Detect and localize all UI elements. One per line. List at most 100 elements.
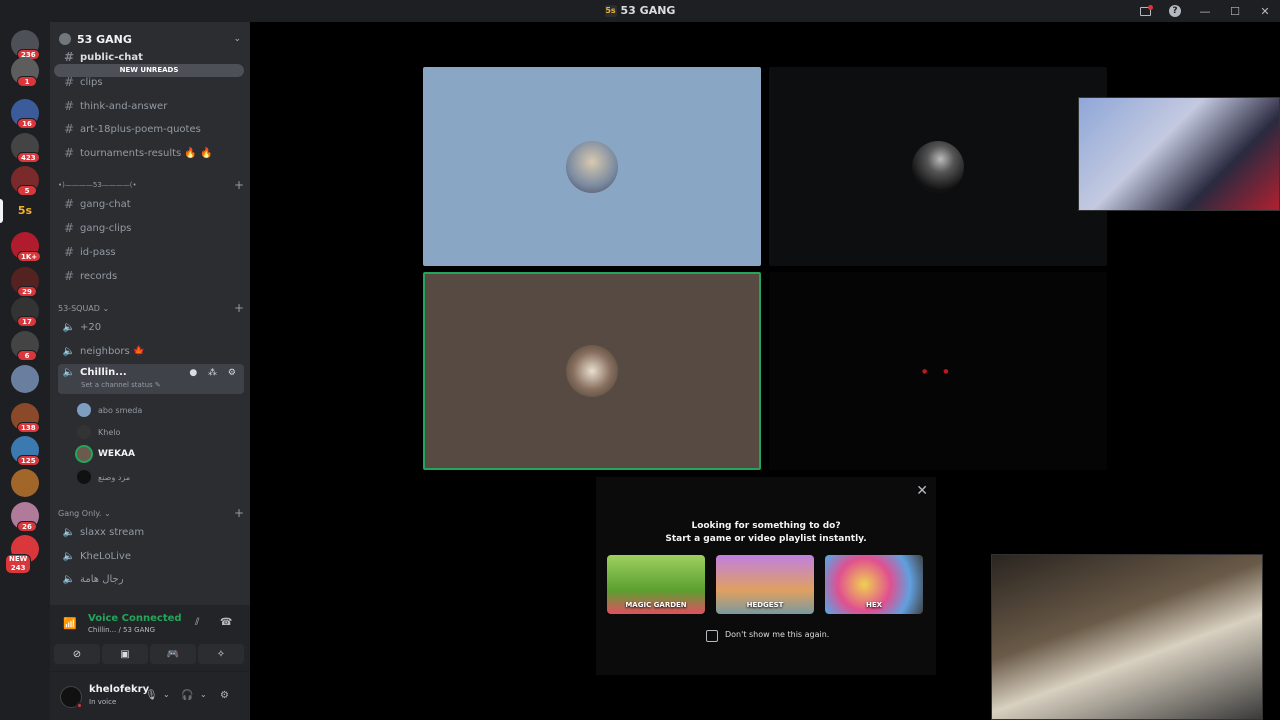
headphones-icon[interactable]: 🎧 xyxy=(181,690,193,701)
speaker-icon: 🔈 xyxy=(62,526,76,538)
participant-tile[interactable] xyxy=(769,67,1107,266)
webcam-overlay xyxy=(1078,97,1280,211)
camera-off-button[interactable]: ⊘ xyxy=(54,644,100,664)
disconnect-icon[interactable]: ☎ xyxy=(220,617,232,628)
dont-show-label: Don't show me this again. xyxy=(725,630,830,639)
chevron-down-icon[interactable]: ⌄ xyxy=(163,690,170,699)
chevron-down-icon[interactable]: ⌄ xyxy=(233,34,241,44)
active-server-pill xyxy=(0,199,3,223)
close-button[interactable]: ✕ xyxy=(1250,0,1280,22)
add-channel-icon[interactable]: + xyxy=(234,301,244,315)
voice-channel-rigal[interactable]: 🔈 رجال هامة xyxy=(58,569,244,589)
activities-button[interactable]: 🎮 xyxy=(150,644,196,664)
speaker-icon: 🔈 xyxy=(62,550,76,562)
unread-badge: 1K+ xyxy=(17,251,42,262)
activity-heading: Looking for something to do? xyxy=(691,521,841,531)
channel-id-pass[interactable]: # id-pass xyxy=(58,242,244,262)
server-icon xyxy=(59,33,71,45)
unread-badge: 1 xyxy=(17,76,37,87)
channel-think-and-answer[interactable]: # think-and-answer xyxy=(58,96,244,116)
channel-tournaments[interactable]: # tournaments-results 🔥 🔥 xyxy=(58,143,244,163)
voice-channel-slaxx[interactable]: 🔈 slaxx stream xyxy=(58,522,244,542)
avatar xyxy=(77,403,91,417)
hash-icon: # xyxy=(63,146,75,160)
voice-status[interactable]: Voice Connected xyxy=(88,613,182,624)
close-icon[interactable]: ✕ xyxy=(916,483,928,499)
settings-gear-icon[interactable]: ⚙ xyxy=(220,690,229,701)
user-panel: khelofekry In voice 🎙 ⌄ 🎧 ⌄ ⚙ xyxy=(50,672,250,720)
hash-icon: # xyxy=(63,75,75,89)
game-card-magic-garden[interactable]: MAGIC GARDEN xyxy=(607,555,705,614)
microphone-icon[interactable]: 🎙 xyxy=(145,690,158,701)
inbox-icon[interactable] xyxy=(1130,0,1160,22)
signal-icon[interactable]: 📶 xyxy=(63,617,77,630)
voice-channel-plus20[interactable]: 🔈 +20 xyxy=(58,317,244,337)
unread-badge: 17 xyxy=(17,316,37,327)
title-bar: 5s 53 GANG ? — ☐ ✕ xyxy=(0,0,1280,22)
server-rail: 236 1 16 423 5 5s 1K+ 29 17 6 138 125 26 NEW 243 xyxy=(0,22,50,720)
unread-badge: 26 xyxy=(17,521,37,532)
category-53-squad[interactable]: 53-SQUAD ⌄ + xyxy=(58,301,244,315)
channel-gang-clips[interactable]: # gang-clips xyxy=(58,218,244,238)
channel-gang-chat[interactable]: # gang-chat xyxy=(58,194,244,214)
chevron-down-icon[interactable]: ⌄ xyxy=(200,690,207,699)
username[interactable]: khelofekry xyxy=(89,684,149,695)
activity-suggestion-panel: ✕ Looking for something to do? Start a g… xyxy=(596,477,936,675)
hash-icon: # xyxy=(63,245,75,259)
voice-channel-khelolive[interactable]: 🔈 KheLoLive xyxy=(58,546,244,566)
soundboard-button[interactable]: ✧ xyxy=(198,644,244,664)
voice-user[interactable]: abo smeda xyxy=(77,400,237,420)
unread-badge: 6 xyxy=(17,350,37,361)
help-icon[interactable]: ? xyxy=(1160,0,1190,22)
webcam-overlay xyxy=(991,554,1263,720)
game-card-hex[interactable]: HEX xyxy=(825,555,923,614)
channel-actions[interactable]: ● ⁂ ⚙ xyxy=(189,368,240,378)
server-icon-server-13[interactable] xyxy=(11,469,39,497)
voice-user[interactable]: Khelo xyxy=(77,422,237,442)
category-gang-only[interactable]: Gang Only. ⌄ + xyxy=(58,506,244,520)
voice-user[interactable]: مزد وصنع xyxy=(77,467,237,487)
hash-icon: # xyxy=(63,99,75,113)
channel-sidebar: 53 GANG ⌄ # public-chat NEW UNREADS # clip… xyxy=(50,22,250,720)
screen-share-button[interactable]: ▣ xyxy=(102,644,148,664)
participant-tile[interactable]: ●● xyxy=(769,272,1107,470)
voice-channel-chilling[interactable]: 🔈 Chillin... Set a channel status ✎ ● ⁂ ⚙ xyxy=(58,364,244,394)
add-channel-icon[interactable]: + xyxy=(234,506,244,520)
unread-badge: 125 xyxy=(17,455,40,466)
maximize-button[interactable]: ☐ xyxy=(1220,0,1250,22)
avatar xyxy=(77,447,91,461)
avatar xyxy=(77,470,91,484)
game-card-hedgest[interactable]: HEDGEST xyxy=(716,555,814,614)
avatar xyxy=(77,425,91,439)
unread-badge: 16 xyxy=(17,118,37,129)
unread-badge: 423 xyxy=(17,152,40,163)
participant-tile-speaking[interactable] xyxy=(423,272,761,470)
category-divider[interactable]: •)————53————(• + xyxy=(58,178,244,192)
participant-tile[interactable] xyxy=(423,67,761,266)
add-channel-icon[interactable]: + xyxy=(234,178,244,192)
hash-icon: # xyxy=(63,197,75,211)
voice-user[interactable]: WEKAA xyxy=(77,444,237,464)
channel-public-chat[interactable]: # public-chat xyxy=(58,50,244,64)
channel-status[interactable]: Set a channel status ✎ xyxy=(81,381,161,389)
speaker-icon: 🔈 xyxy=(62,345,76,357)
window-title: 5s 53 GANG xyxy=(604,4,676,17)
server-icon-server-10[interactable] xyxy=(11,365,39,393)
hash-icon: # xyxy=(63,122,75,136)
channel-art[interactable]: # art-18plus-poem-quotes xyxy=(58,119,244,139)
voice-channel-path[interactable]: Chillin... / 53 GANG xyxy=(88,626,155,634)
noise-suppression-icon[interactable]: ⫽ xyxy=(195,617,199,628)
minimize-button[interactable]: — xyxy=(1190,0,1220,22)
hash-icon: # xyxy=(63,50,75,64)
avatar xyxy=(566,345,618,397)
server-icon-53-gang[interactable]: 5s xyxy=(11,197,39,225)
dont-show-checkbox[interactable] xyxy=(706,630,718,642)
voice-stage: ●● ✕ Looking for something to do? Start … xyxy=(250,22,1280,720)
voice-channel-neighbors[interactable]: 🔈 neighbors 🍁 xyxy=(58,341,244,361)
channel-clips[interactable]: # clips xyxy=(58,72,244,92)
channel-records[interactable]: # records xyxy=(58,266,244,286)
server-logo-icon: 5s xyxy=(604,5,617,17)
avatar xyxy=(912,140,964,193)
server-name: 53 GANG xyxy=(77,32,132,46)
hash-icon: # xyxy=(63,269,75,283)
